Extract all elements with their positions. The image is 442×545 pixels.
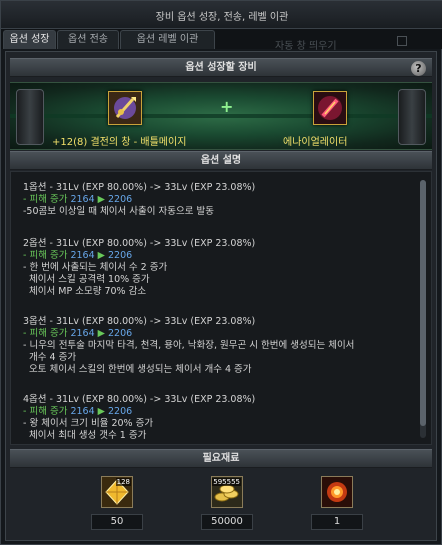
auto-open-checkbox[interactable] <box>397 36 407 46</box>
fire-orb-icon <box>322 477 352 507</box>
tab-option-growth[interactable]: 옵션 성장 <box>3 30 56 49</box>
plus-icon: + <box>220 97 234 116</box>
option-header-label: 옵션 설명 <box>200 155 242 166</box>
material-slot-2[interactable]: 595555 <box>211 476 243 508</box>
material-slot-1[interactable]: 128 <box>101 476 133 508</box>
damage-label: - 피해 증가 <box>23 194 71 205</box>
option-block-2: 2옵션 - 31Lv (EXP 80.00%) -> 33Lv (EXP 23.… <box>23 238 255 298</box>
option-title: 1옵션 - 31Lv (EXP 80.00%) -> 33Lv (EXP 23.… <box>23 182 256 193</box>
option-title: 2옵션 - 31Lv (EXP 80.00%) -> 33Lv (EXP 23.… <box>23 238 256 249</box>
tab-option-transfer[interactable]: 옵션 전송 <box>57 30 119 49</box>
enerator-weapon-icon <box>314 92 346 124</box>
option-description-header: 옵션 설명 <box>10 151 432 170</box>
damage-from: 2164 <box>70 250 95 261</box>
scrollbar[interactable] <box>420 180 426 438</box>
arrow: ▶ <box>94 328 108 339</box>
damage-label: - 피해 증가 <box>23 328 71 339</box>
option-effect-line: 체이서 MP 소모량 70% 감소 <box>23 286 147 297</box>
tab-bar: 옵션 성장 옵션 전송 옵션 레벨 이관 자동 창 띄우기 <box>1 29 442 52</box>
material-quantity-2: 50000 <box>201 514 253 530</box>
damage-to: 2206 <box>108 194 133 205</box>
option-effect-line: 체이서 최대 생성 갯수 1 증가 <box>23 430 147 441</box>
damage-from: 2164 <box>70 328 95 339</box>
damage-from: 2164 <box>70 406 95 417</box>
damage-increase-line: - 피해 증가 2164 ▶ 2206 <box>23 194 255 206</box>
tab-option-level-transfer[interactable]: 옵션 레벨 이관 <box>120 30 215 49</box>
option-growth-window: 장비 옵션 성장, 전송, 레벨 이관 옵션 성장 옵션 전송 옵션 레벨 이관… <box>0 0 442 545</box>
damage-increase-line: - 피해 증가 2164 ▶ 2206 <box>23 406 255 418</box>
option-title: 4옵션 - 31Lv (EXP 80.00%) -> 33Lv (EXP 23.… <box>23 394 256 405</box>
material-slot-3[interactable] <box>321 476 353 508</box>
growth-header-label: 옵션 성장할 장비 <box>185 62 257 73</box>
damage-to: 2206 <box>108 328 133 339</box>
window-title: 장비 옵션 성장, 전송, 레벨 이관 <box>155 12 289 23</box>
material-badge: 128 <box>115 478 131 486</box>
option-block-3: 3옵션 - 31Lv (EXP 80.00%) -> 33Lv (EXP 23.… <box>23 316 354 376</box>
option-block-1: 1옵션 - 31Lv (EXP 80.00%) -> 33Lv (EXP 23.… <box>23 182 255 218</box>
growth-equipment-header: 옵션 성장할 장비 ? <box>10 58 432 77</box>
left-equipment-slot[interactable] <box>108 91 142 125</box>
left-item-name: +12(8) 결전의 창 - 배틀메이지 <box>52 137 187 148</box>
right-item-name: 에나이얼레이터 <box>283 137 348 148</box>
material-quantity-1: 50 <box>91 514 143 530</box>
option-effect-line: - 왕 체이서 크기 비율 20% 증가 <box>23 418 154 429</box>
arrow: ▶ <box>94 250 108 261</box>
required-materials-header: 필요재료 <box>10 449 432 468</box>
scrollbar-thumb[interactable] <box>420 180 426 426</box>
option-effect-line: 체이서 스킬 공격력 10% 증가 <box>23 274 150 285</box>
material-quantity-3: 1 <box>311 514 363 530</box>
option-block-4: 4옵션 - 31Lv (EXP 80.00%) -> 33Lv (EXP 23.… <box>23 394 255 442</box>
auto-open-label: 자동 창 띄우기 <box>275 41 337 52</box>
title-bar[interactable]: 장비 옵션 성장, 전송, 레벨 이관 <box>1 1 442 29</box>
option-effect-line: 오토 체이서 스킬의 한번에 생성되는 체이서 개수 4 증가 <box>23 364 252 375</box>
option-effect-line: 개수 4 증가 <box>23 352 77 363</box>
damage-label: - 피해 증가 <box>23 250 71 261</box>
equipment-banner: + +12(8) 결전의 창 - 배틀메이지 에나이얼레이터 <box>10 82 432 150</box>
help-icon[interactable]: ? <box>411 61 426 76</box>
option-description-list[interactable]: 1옵션 - 31Lv (EXP 80.00%) -> 33Lv (EXP 23.… <box>10 171 432 445</box>
damage-to: 2206 <box>108 406 133 417</box>
banner-left-cap <box>16 89 44 145</box>
arrow: ▶ <box>94 406 108 417</box>
main-panel: 옵션 성장할 장비 ? + +12(8) 결전의 창 - 배틀메이지 에나이얼레… <box>5 51 437 541</box>
arrow: ▶ <box>94 194 108 205</box>
option-title: 3옵션 - 31Lv (EXP 80.00%) -> 33Lv (EXP 23.… <box>23 316 256 327</box>
materials-row: 128 595555 50 50000 1 <box>10 470 432 538</box>
option-effect-line: -50콤보 이상일 때 체이서 사출이 자동으로 발동 <box>23 206 214 217</box>
damage-label: - 피해 증가 <box>23 406 71 417</box>
battle-mage-spear-icon <box>109 92 141 124</box>
option-effect-line: - 한 번에 사출되는 체이서 수 2 증가 <box>23 262 168 273</box>
damage-from: 2164 <box>70 194 95 205</box>
material-badge: 595555 <box>212 478 241 486</box>
right-equipment-slot[interactable] <box>313 91 347 125</box>
damage-increase-line: - 피해 증가 2164 ▶ 2206 <box>23 250 255 262</box>
banner-right-cap <box>398 89 426 145</box>
damage-to: 2206 <box>108 250 133 261</box>
materials-header-label: 필요재료 <box>202 453 240 464</box>
option-effect-line: - 니우의 전투술 마지막 타격, 천격, 용아, 낙화장, 원무곤 시 한번에… <box>23 340 355 351</box>
damage-increase-line: - 피해 증가 2164 ▶ 2206 <box>23 328 354 340</box>
